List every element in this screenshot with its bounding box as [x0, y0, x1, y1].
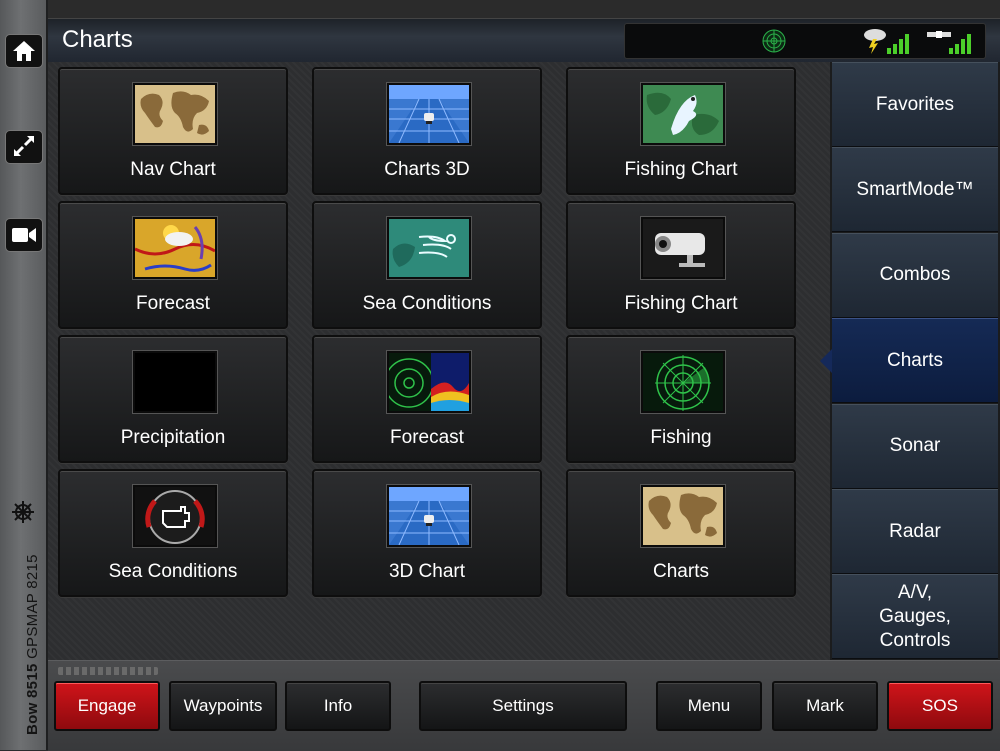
weather-forecast-icon — [133, 217, 217, 279]
app-tile-label: Forecast — [390, 427, 464, 448]
page-title: Charts — [62, 26, 133, 53]
sidebar-item-label: Charts — [887, 349, 943, 371]
helm-wheel-icon — [12, 501, 34, 523]
app-tile[interactable]: Sea Conditions — [58, 469, 288, 597]
weather-signal-icon — [864, 29, 909, 54]
app-tile[interactable]: Forecast — [312, 335, 542, 463]
satellite-signal-icon — [927, 31, 971, 54]
settings-button[interactable]: Settings — [419, 681, 627, 731]
sidebar-item-label: SmartMode™ — [856, 178, 974, 200]
3d-chart-icon — [387, 485, 471, 547]
app-tile[interactable]: Forecast — [58, 201, 288, 329]
app-tile[interactable]: Fishing Chart — [566, 201, 796, 329]
sidebar-item-smartmode[interactable]: SmartMode™ — [832, 147, 998, 233]
device-model-bold: Bow 8515 — [24, 663, 41, 735]
app-tile[interactable]: 3D Chart — [312, 469, 542, 597]
sidebar-item-favorites[interactable]: Favorites — [832, 62, 998, 147]
sos-button[interactable]: SOS — [887, 681, 993, 731]
category-sidebar: Favorites SmartMode™ Combos Charts Sonar Rada… — [820, 62, 1000, 660]
radar-sonar-icon — [387, 351, 471, 413]
radar-status-icon — [762, 29, 786, 53]
grip-dots — [58, 667, 158, 675]
app-tile-label: Charts 3D — [384, 159, 470, 180]
sidebar-item-a-v-gauges-controls[interactable]: A/V, Gauges, Controls — [832, 574, 998, 660]
sidebar-item-sonar[interactable]: Sonar — [832, 403, 998, 489]
camera-icon — [12, 228, 36, 242]
app-tile-label: Sea Conditions — [108, 561, 238, 582]
fullscreen-icon — [14, 136, 34, 156]
fullscreen-button[interactable] — [5, 130, 43, 164]
sidebar-item-radar[interactable]: Radar — [832, 489, 998, 574]
app-tile[interactable]: Fishing Chart — [566, 67, 796, 195]
app-tile-label: Fishing — [650, 427, 712, 448]
top-strip — [48, 0, 1000, 18]
info-button[interactable]: Info — [285, 681, 391, 731]
sea-conditions-icon — [387, 217, 471, 279]
app-tile[interactable]: Charts 3D — [312, 67, 542, 195]
app-tile[interactable]: Precipitation — [58, 335, 288, 463]
app-tile-label: Charts — [653, 561, 709, 582]
device-bezel: Bow 8515 GPSMAP 8215 — [0, 0, 48, 750]
app-tile-label: 3D Chart — [388, 561, 466, 582]
blank-screen-icon — [133, 351, 217, 413]
app-tile[interactable]: Sea Conditions — [312, 201, 542, 329]
app-tile-label: Sea Conditions — [362, 293, 492, 314]
app-tile-label: Precipitation — [120, 427, 226, 448]
sidebar-item-charts[interactable]: Charts — [820, 318, 998, 404]
app-tile[interactable]: Charts — [566, 469, 796, 597]
sidebar-item-label: Sonar — [889, 435, 941, 457]
active-pointer — [820, 349, 832, 374]
app-tile[interactable]: Nav Chart — [58, 67, 288, 195]
screen: Charts Nav Chart Charts 3D Fishing Chart Fo… — [48, 0, 1000, 751]
app-tile-label: Forecast — [136, 293, 210, 314]
sidebar-item-label: Favorites — [875, 93, 955, 115]
camera-feed-icon — [641, 217, 725, 279]
bottom-toolbar: Engage Waypoints Info Settings Menu Mark… — [48, 660, 1000, 751]
app-tile[interactable]: Fishing — [566, 335, 796, 463]
sidebar-item-combos[interactable]: Combos — [832, 232, 998, 318]
world-map-icon — [641, 485, 725, 547]
mark-button[interactable]: Mark — [772, 681, 878, 731]
sidebar-item-label: A/V, Gauges, Controls — [879, 581, 951, 651]
sidebar-item-label: Combos — [879, 264, 951, 286]
world-map-icon — [133, 83, 217, 145]
device-model-label: Bow 8515 GPSMAP 8215 — [24, 554, 41, 735]
app-grid: Nav Chart Charts 3D Fishing Chart Forecast S… — [48, 62, 830, 716]
radar-icon — [641, 351, 725, 413]
engage-button[interactable]: Engage — [54, 681, 160, 731]
menu-button[interactable]: Menu — [656, 681, 762, 731]
home-icon — [13, 41, 35, 61]
app-tile-label: Fishing Chart — [624, 159, 738, 180]
engine-gauge-icon — [133, 485, 217, 547]
header-bar: Charts — [48, 18, 1000, 64]
status-bar — [624, 23, 986, 59]
3d-chart-icon — [387, 83, 471, 145]
device-model-rest: GPSMAP 8215 — [24, 554, 41, 659]
app-tile-label: Nav Chart — [130, 159, 216, 180]
home-button[interactable] — [5, 34, 43, 68]
fish-map-icon — [641, 83, 725, 145]
sidebar-item-label: Radar — [889, 520, 941, 542]
waypoints-button[interactable]: Waypoints — [169, 681, 277, 731]
camera-button[interactable] — [5, 218, 43, 252]
app-tile-label: Fishing Chart — [624, 293, 738, 314]
